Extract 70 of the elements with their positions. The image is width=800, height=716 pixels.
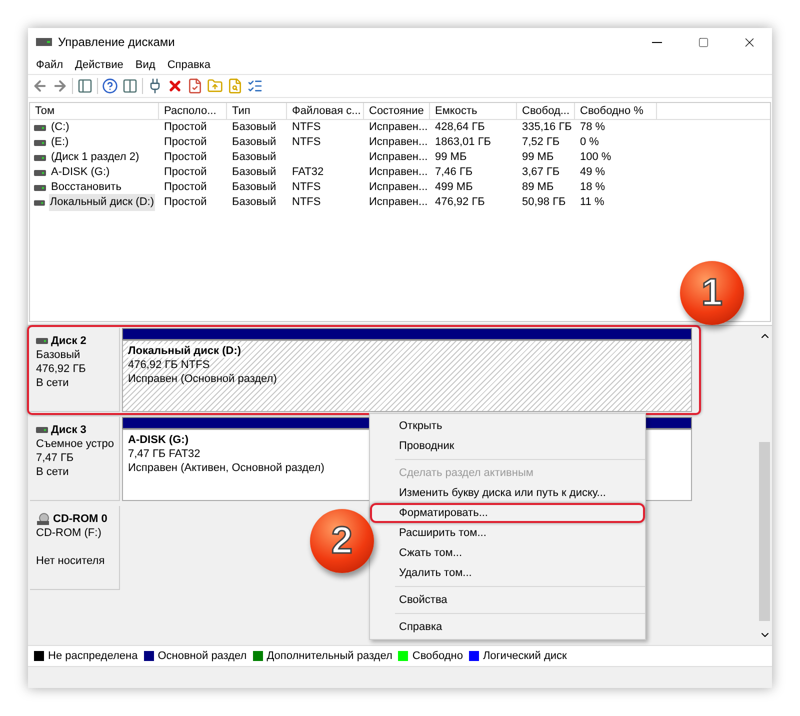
table-cell-text: 335,16 ГБ: [521, 120, 573, 136]
table-cell-text: 100 %: [579, 150, 612, 166]
table-cell-text: Базовый: [231, 150, 278, 166]
table-cell-text: 78 %: [579, 120, 606, 136]
table-cell-text: Исправен...: [368, 150, 429, 166]
disk-info-text: 7,47 ГБ: [36, 451, 75, 465]
table-cell-text: 11 %: [579, 195, 606, 210]
table-cell-text: Исправен...: [368, 195, 429, 210]
table-cell-text: 0 %: [579, 135, 600, 150]
disk-info-text: В сети: [36, 376, 70, 390]
table-cell-text: Исправен...: [368, 135, 429, 150]
table-cell-text: Простой: [163, 195, 208, 210]
window-title: Управление дисками: [58, 34, 175, 51]
table-cell-text: 7,52 ГБ: [521, 135, 561, 150]
legend-label: Логический диск: [482, 648, 567, 664]
table-cell-text: (E:): [50, 135, 70, 150]
table-cell-text: 49 %: [579, 165, 606, 180]
table-cell-text: Базовый: [231, 135, 278, 150]
table-cell-text: 428,64 ГБ: [434, 120, 486, 136]
disk-name: CD-ROM 0: [53, 512, 108, 526]
table-cell-text: Базовый: [231, 120, 278, 136]
table-cell-text: 476,92 ГБ: [434, 195, 486, 210]
partition-name: Локальный диск (D:): [128, 344, 242, 358]
table-cell-text: NTFS: [291, 180, 322, 196]
table-cell-text: Базовый: [231, 165, 278, 180]
disk-info-text: CD-ROM (F:): [36, 526, 102, 540]
table-cell-text: 99 МБ: [434, 150, 468, 166]
table-cell-text: Простой: [163, 120, 208, 136]
partition-status: Исправен (Активен, Основной раздел): [128, 461, 324, 475]
table-cell: Локальный диск (D:): [48, 194, 155, 211]
table-cell-text: NTFS: [291, 135, 322, 150]
table-cell-text: NTFS: [291, 120, 322, 136]
table-cell-text: 99 МБ: [521, 150, 555, 166]
partition-size: 476,92 ГБ NTFS: [128, 358, 210, 372]
table-cell-text: Исправен...: [368, 165, 429, 180]
table-cell-text: 50,98 ГБ: [521, 195, 567, 210]
partition-size: 7,47 ГБ FAT32: [128, 447, 200, 461]
table-cell-text: Простой: [163, 180, 208, 196]
table-cell-text: Базовый: [231, 195, 278, 210]
legend-label: Не распределена: [48, 648, 138, 664]
table-cell-text: 499 МБ: [434, 180, 474, 196]
legend-label: Свободно: [412, 648, 463, 664]
table-cell-text: Восстановить: [50, 180, 122, 196]
table-cell-text: 1863,01 ГБ: [434, 135, 492, 150]
disk-info-text: В сети: [36, 465, 70, 479]
table-cell-text: (Диск 1 раздел 2): [50, 150, 140, 166]
partition-status: Исправен (Основной раздел): [128, 372, 277, 386]
table-cell-text: FAT32: [291, 165, 325, 180]
table-cell-text: 18 %: [579, 180, 606, 196]
disk-name: Диск 2: [51, 334, 86, 348]
table-cell-text: 7,46 ГБ: [434, 165, 474, 180]
table-cell-text: (C:): [50, 120, 70, 136]
legend-label: Основной раздел: [158, 648, 247, 664]
disk-name: Диск 3: [51, 423, 86, 437]
disk-info-text: Базовый: [36, 348, 82, 362]
disk-info-text: 476,92 ГБ: [36, 362, 87, 376]
table-cell-text: Исправен...: [368, 180, 429, 196]
table-cell-text: A-DISK (G:): [50, 165, 111, 180]
table-cell-text: 89 МБ: [521, 180, 555, 196]
disk-info-text: Съемное устро: [36, 437, 113, 451]
table-cell-text: Исправен...: [368, 120, 429, 136]
table-cell-text: Простой: [163, 150, 208, 166]
table-cell-text: 3,67 ГБ: [521, 165, 561, 180]
table-cell-text: Простой: [163, 135, 208, 150]
table-cell-text: NTFS: [291, 195, 322, 210]
table-cell-text: Простой: [163, 165, 208, 180]
partition-name: A-DISK (G:): [128, 433, 188, 447]
table-cell-text: Базовый: [231, 180, 278, 196]
legend-label: Дополнительный раздел: [266, 648, 392, 664]
disk-info-text: Нет носителя: [36, 554, 106, 568]
